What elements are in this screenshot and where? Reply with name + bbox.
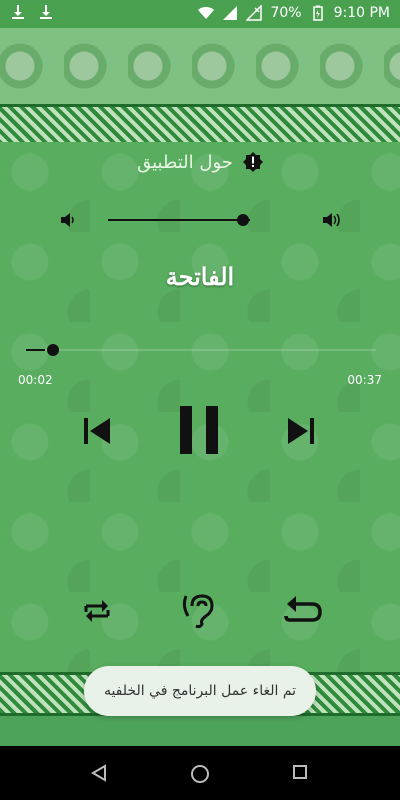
replay-icon[interactable]	[284, 594, 324, 628]
about-app-link[interactable]: حول التطبيق	[0, 146, 400, 178]
repeat-icon[interactable]	[80, 594, 114, 628]
previous-icon[interactable]	[82, 416, 112, 446]
about-app-label: حول التطبيق	[137, 151, 233, 173]
download-icon	[40, 5, 52, 19]
download-icon	[12, 5, 24, 19]
recents-icon[interactable]	[292, 764, 308, 780]
next-icon[interactable]	[286, 416, 316, 446]
surah-title: الفاتحة	[165, 262, 235, 291]
volume-track[interactable]	[108, 219, 250, 221]
elapsed-time: 00:02	[18, 373, 53, 387]
signal-icon	[223, 6, 238, 20]
navigation-bar	[0, 746, 400, 800]
wifi-icon	[198, 7, 215, 19]
pause-icon[interactable]	[178, 402, 222, 458]
toast-message: تم الغاء عمل البرنامج في الخلفيه	[84, 666, 316, 716]
clock: 9:10 PM	[333, 5, 390, 21]
volume-thumb[interactable]	[236, 214, 249, 226]
seek-bar[interactable]	[26, 340, 376, 360]
seek-progress	[26, 349, 45, 351]
volume-control	[56, 206, 346, 234]
home-icon[interactable]	[190, 764, 210, 784]
toast-text: تم الغاء عمل البرنامج في الخلفيه	[103, 683, 297, 699]
volume-high-icon[interactable]	[322, 212, 342, 228]
status-bar: 70% 9:10 PM	[0, 0, 400, 28]
playback-controls	[0, 402, 400, 462]
alert-badge-icon	[242, 152, 263, 172]
no-signal-icon	[246, 5, 263, 21]
bottom-controls	[0, 590, 400, 634]
total-duration: 00:37	[347, 373, 382, 387]
header-pattern	[0, 28, 400, 106]
back-icon[interactable]	[90, 764, 108, 782]
battery-icon	[312, 5, 323, 21]
seek-thumb[interactable]	[46, 344, 59, 356]
volume-low-icon[interactable]	[60, 212, 76, 228]
hearing-icon[interactable]	[182, 590, 218, 630]
battery-percent: 70%	[270, 5, 302, 21]
seek-track[interactable]	[26, 349, 376, 351]
